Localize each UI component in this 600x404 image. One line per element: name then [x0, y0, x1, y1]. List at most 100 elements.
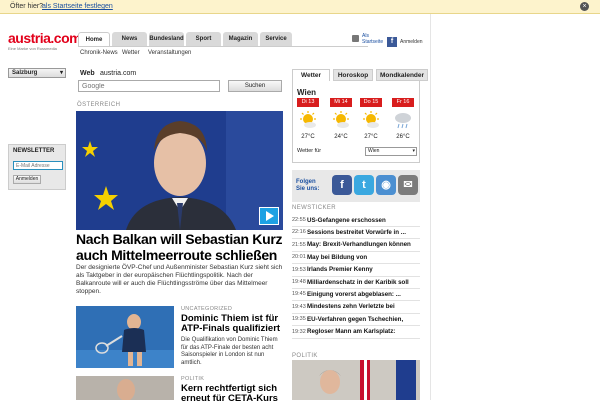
- article-category: POLITIK: [181, 376, 205, 382]
- tab-sport[interactable]: Sport: [186, 32, 221, 46]
- search-tab-site[interactable]: austria.com: [100, 70, 136, 77]
- facebook-icon[interactable]: f: [332, 175, 352, 195]
- article-lead: Die Qualifikation von Dominic Thiem für …: [181, 337, 278, 366]
- ticker-headline[interactable]: Regloser Mann am Karlsplatz:: [307, 328, 395, 335]
- cloud-rain-icon: [395, 113, 411, 129]
- politician-photo: [76, 376, 174, 400]
- ticker-headline[interactable]: Milliardenschatz in der Karibik soll: [307, 279, 409, 286]
- ticker-time: 19:35: [292, 316, 306, 323]
- als-startseite-link[interactable]: Als Startseite: [362, 33, 383, 45]
- tab-service[interactable]: Service: [260, 32, 292, 46]
- weather-for-label: Wetter für: [297, 148, 322, 154]
- search-button[interactable]: Suchen: [228, 80, 282, 92]
- weather-day: Fr 16: [392, 98, 414, 107]
- ticker-headline[interactable]: EU-Verfahren gegen Tschechien,: [307, 316, 403, 323]
- tab-horoskop[interactable]: Horoskop: [333, 69, 373, 81]
- login-link[interactable]: Anmelden: [400, 39, 423, 45]
- ticker-time: 22:55: [292, 217, 306, 223]
- subnav-chronik[interactable]: Chronik-News: [80, 50, 118, 56]
- hero-lead: Der designierte ÖVP-Chef und Außenminist…: [76, 264, 283, 295]
- hero-photo: [76, 111, 283, 230]
- tab-bundesland[interactable]: Bundesland: [149, 32, 184, 46]
- ticker-time: 19:32: [292, 328, 306, 335]
- tab-news[interactable]: News: [112, 32, 147, 46]
- ticker-divider: [292, 226, 420, 227]
- ticker-time: 20:01: [292, 254, 306, 261]
- newsletter-title: NEWSLETTER: [13, 148, 55, 154]
- article-thumbnail[interactable]: [76, 306, 174, 368]
- close-icon[interactable]: ×: [580, 2, 589, 11]
- ticker-headline[interactable]: Sessions bestreitet Vorwürfe in ...: [307, 229, 406, 236]
- hero-headline[interactable]: Nach Balkan will Sebastian Kurz auch Mit…: [76, 231, 286, 263]
- site-logo[interactable]: austria.com Eine Marke von Russmedia: [8, 30, 82, 51]
- ticker-headline[interactable]: May bei Bildung von: [307, 254, 367, 261]
- ticker-time: 19:48: [292, 279, 306, 285]
- weather-city-selected: Wien: [368, 148, 380, 154]
- tab-magazin[interactable]: Magazin: [223, 32, 258, 46]
- subnav-wetter[interactable]: Wetter: [122, 50, 140, 56]
- startseite-label: Startseite: [362, 39, 384, 45]
- newsletter-subscribe-button[interactable]: Anmelden: [13, 175, 41, 184]
- weather-temp: 27°C: [301, 134, 315, 140]
- tab-mondkalender[interactable]: Mondkalender: [376, 69, 428, 81]
- region-selected: Salzburg: [12, 70, 38, 76]
- ticker-time: 19:45: [292, 291, 306, 298]
- social-box: Folgen Sie uns: f t ◉ ✉: [292, 170, 420, 202]
- weather-temp: 27°C: [364, 134, 378, 140]
- ticker-time: 19:43: [292, 303, 306, 310]
- hero-image[interactable]: [76, 111, 283, 230]
- play-icon[interactable]: [259, 207, 279, 225]
- homepage-icon: [352, 35, 359, 42]
- chevron-down-icon: ▾: [412, 148, 415, 154]
- article-category: UNCATEGORIZED: [181, 306, 233, 312]
- facebook-icon[interactable]: f: [387, 37, 397, 47]
- weather-city-select[interactable]: Wien ▾: [365, 147, 417, 156]
- newsletter-email-field[interactable]: [13, 161, 63, 170]
- article-title[interactable]: Kern rechtfertigt sich erneut für CETA-K…: [181, 384, 286, 404]
- ticker-divider: [292, 312, 420, 314]
- ticker-divider: [292, 275, 420, 277]
- logo-tagline: Eine Marke von Russmedia: [8, 46, 57, 51]
- ticker-headline[interactable]: Einigung vorerst abgeblasen: ...: [307, 291, 401, 298]
- ticker-divider: [292, 288, 420, 289]
- politik-thumbnail[interactable]: [292, 360, 420, 400]
- ticker-headline[interactable]: Mindestens zehn Verletzte bei: [307, 303, 395, 310]
- weather-temp: 26°C: [396, 134, 410, 140]
- region-select[interactable]: Salzburg ▾: [8, 68, 66, 78]
- column-divider: [430, 14, 431, 400]
- ticker-divider: [292, 300, 420, 302]
- search-input[interactable]: [78, 80, 220, 92]
- ticker-divider: [292, 263, 420, 265]
- ticker-divider: [292, 250, 420, 252]
- subnav-veranstaltungen[interactable]: Veranstaltungen: [148, 50, 191, 56]
- newsticker-title: NEWSTICKER: [292, 205, 337, 211]
- ticker-divider: [292, 238, 420, 240]
- ticker-headline[interactable]: May: Brexit-Verhandlungen können: [307, 241, 411, 248]
- politik-label: POLITIK: [292, 353, 318, 359]
- social-title: Folgen Sie uns:: [296, 179, 320, 192]
- tab-home[interactable]: Home: [78, 32, 110, 46]
- ticker-headline[interactable]: Irlands Premier Kenny: [307, 266, 373, 273]
- tennis-photo: [76, 306, 174, 368]
- newsletter-box: NEWSLETTER Anmelden: [8, 144, 66, 190]
- notification-bar: Öfter hier? als Startseite festlegen ×: [0, 0, 600, 14]
- weather-day: Do 15: [360, 98, 382, 107]
- weather-day: Di 13: [297, 98, 319, 107]
- rss-icon[interactable]: ◉: [376, 175, 396, 195]
- ticker-time: 19:53: [292, 266, 306, 273]
- mail-icon[interactable]: ✉: [398, 175, 418, 195]
- twitter-icon[interactable]: t: [354, 175, 374, 195]
- sun-cloud-icon: [363, 111, 379, 128]
- set-homepage-link[interactable]: als Startseite festlegen: [42, 3, 113, 10]
- search-tab-web[interactable]: Web: [80, 70, 95, 77]
- tab-wetter[interactable]: Wetter: [292, 69, 330, 81]
- ticker-time: 22:16: [292, 229, 306, 236]
- ticker-divider: [292, 337, 420, 339]
- ticker-divider: [292, 325, 420, 327]
- ticker-time: 21:55: [292, 241, 306, 248]
- weather-temp: 24°C: [334, 134, 348, 140]
- weather-city: Wien: [297, 88, 317, 97]
- article-title[interactable]: Dominic Thiem ist für ATP-Finals qualifi…: [181, 314, 286, 334]
- ticker-headline[interactable]: US-Gefangene erschossen: [307, 217, 386, 224]
- article-thumbnail[interactable]: [76, 376, 174, 400]
